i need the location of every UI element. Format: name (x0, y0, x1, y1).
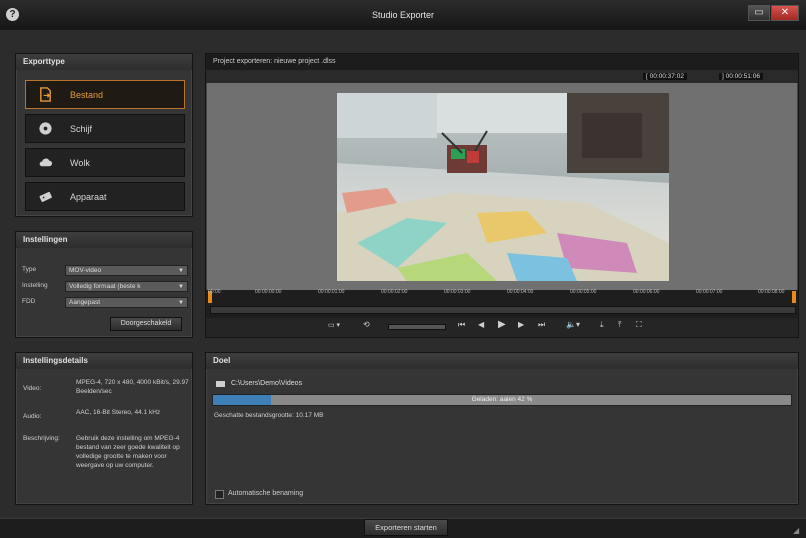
loop-icon[interactable]: ⟲ (363, 320, 370, 329)
export-type-heading: Exporttype (16, 54, 192, 70)
preview-panel: Project exporteren: nieuwe project .dlss… (205, 53, 799, 338)
export-file-label: Bestand (70, 90, 104, 100)
timeline-tick-label: 00:00:08:00 (758, 289, 785, 295)
progress-bar: Geladen: aaien 42 % (212, 394, 792, 406)
audio-value: AAC, 16-Bit Stereo, 44.1 kHz (76, 409, 161, 416)
timeline-tick-label: 00:00:00:00 (255, 289, 282, 295)
disc-icon (39, 122, 52, 135)
project-title: Project exporteren: nieuwe project .dlss (206, 54, 798, 70)
auto-name-checkbox[interactable] (215, 490, 224, 499)
folder-icon[interactable] (216, 381, 225, 387)
type-value: MOV-video (69, 267, 102, 274)
volume-slider[interactable] (388, 324, 446, 330)
mark-out-icon[interactable]: ⤒ (618, 320, 622, 330)
destination-heading: Doel (206, 353, 798, 369)
details-heading: Instellingsdetails (16, 353, 192, 369)
file-size: Geschatte bestandsgrootte: 10.17 MB (214, 412, 324, 419)
details-panel: Instellingsdetails Video: MPEG-4, 720 x … (15, 352, 193, 505)
speaker-icon[interactable]: 🔈▾ (566, 320, 580, 329)
settings-panel: Instellingen Type MOV-video ▼ Instelling … (15, 231, 193, 338)
timeline-tick-label: 00:00:01:00 (318, 289, 345, 295)
go-to-start-icon[interactable]: ⏮ (458, 320, 465, 330)
destination-path[interactable]: C:\Users\Demo\Videos (231, 380, 302, 387)
export-device-label: Apparaat (70, 192, 107, 202)
export-cloud-label: Wolk (70, 158, 90, 168)
fdd-label: FDD (22, 298, 36, 305)
aspect-ratio-icon[interactable]: ▭ ▾ (328, 321, 340, 329)
file-export-icon (40, 87, 51, 102)
window-title: Studio Exporter (371, 10, 435, 20)
device-icon (39, 191, 52, 202)
title-bar: ? Studio Exporter ▭ ✕ (0, 0, 806, 30)
timeline-tick-label: 00:00 (208, 289, 221, 295)
video-label: Video: (23, 385, 42, 392)
chevron-down-icon: ▼ (178, 300, 184, 306)
export-cloud-button[interactable]: Wolk (25, 148, 185, 177)
export-device-button[interactable]: Apparaat (25, 182, 185, 211)
fdd-select[interactable]: Aangepast ▼ (65, 297, 188, 308)
settings-heading: Instellingen (16, 232, 192, 248)
step-forward-icon[interactable]: ▶ (518, 320, 524, 329)
fullscreen-icon[interactable]: ⛶ (636, 320, 642, 330)
timeline-tick-label: 00:00:05:00 (570, 289, 597, 295)
type-label: Type (22, 266, 37, 273)
description-label: Beschrijving: (23, 435, 60, 442)
start-export-button[interactable]: Exporteren starten (364, 519, 448, 536)
preset-value: Volledig formaat (beste k (69, 283, 141, 290)
resize-grip-icon[interactable]: ◢ (793, 526, 799, 535)
video-preview (337, 93, 669, 281)
timeline-tick-label: 00:00:02:00 (381, 289, 408, 295)
timecode-out: ] 00:00:51:06 (719, 73, 763, 80)
video-value: MPEG-4, 720 x 480, 4000 kBit/s, 29.97 Be… (76, 379, 189, 395)
export-type-panel: Exporttype Bestand Schijf Wolk Apparaat (15, 53, 193, 217)
description-value: Gebruik deze instelling om MPEG-4 bestan… (76, 435, 180, 469)
preset-select[interactable]: Volledig formaat (beste k ▼ (65, 281, 188, 292)
type-select[interactable]: MOV-video ▼ (65, 265, 188, 276)
progress-text: Geladen: aaien 42 % (471, 396, 533, 403)
export-disc-button[interactable]: Schijf (25, 114, 185, 143)
customize-button[interactable]: Doorgeschakeld (110, 317, 182, 331)
timeline-tick-label: 00:00:07:00 (696, 289, 723, 295)
chevron-down-icon: ▼ (178, 284, 184, 290)
timecode-bar: [ 00:00:37:02 ] 00:00:51:06 (206, 70, 798, 83)
export-disc-label: Schijf (70, 124, 93, 134)
play-icon[interactable]: ▶ (498, 319, 506, 330)
go-to-end-icon[interactable]: ⏭ (538, 320, 545, 330)
audio-label: Audio: (23, 413, 42, 420)
export-file-button[interactable]: Bestand (25, 80, 185, 109)
timeline-tick-label: 00:00:03:00 (444, 289, 471, 295)
close-button[interactable]: ✕ (771, 5, 799, 21)
preset-label: Instelling (22, 282, 48, 289)
step-back-icon[interactable]: ◀ (478, 320, 484, 329)
timeline-track (210, 306, 796, 314)
timecode-in: [ 00:00:37:02 (643, 73, 687, 80)
cloud-icon (39, 158, 53, 167)
destination-panel: Doel C:\Users\Demo\Videos Geladen: aaien… (205, 352, 799, 505)
mark-in-icon[interactable]: ⤓ (600, 320, 604, 330)
timeline-tick-label: 00:00:04:00 (507, 289, 534, 295)
chevron-down-icon: ▼ (178, 268, 184, 274)
out-marker[interactable] (792, 291, 796, 303)
fdd-value: Aangepast (69, 299, 101, 306)
minimize-button[interactable]: ▭ (748, 5, 770, 21)
timeline-tick-label: 00:00:06:00 (633, 289, 660, 295)
auto-name-label: Automatische benaming (228, 490, 304, 497)
